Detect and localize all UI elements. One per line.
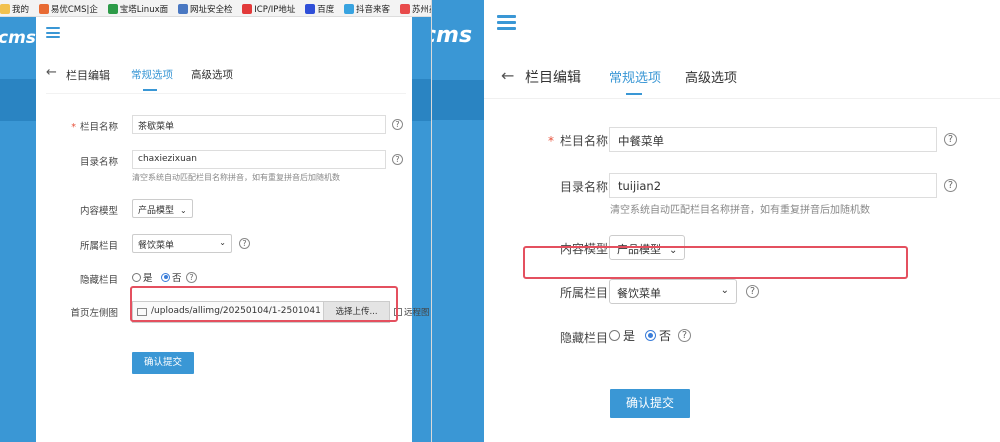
left-screenshot: 我的 易优CMS|企 宝塔Linux面 网址安全检 ICP/IP地址 百度 抖音… [0,0,432,442]
field-label: 目录名称 [559,180,608,194]
help-icon[interactable]: ? [392,119,403,130]
help-icon[interactable]: ? [944,133,957,146]
annotation-highlight-box [523,246,908,279]
bookmarks-bar: 我的 易优CMS|企 宝塔Linux面 网址安全检 ICP/IP地址 百度 抖音… [0,0,432,17]
radio-button[interactable] [609,330,620,341]
douyin-icon [344,3,355,14]
dir-input[interactable]: tuijian2 [609,173,937,198]
help-icon[interactable]: ? [746,285,759,298]
parent-select[interactable]: 餐饮菜单 ⌄ [609,279,737,304]
eyou-icon [38,3,49,14]
help-icon[interactable]: ? [678,329,691,342]
form-row-hidden: 隐藏栏目 是 否 ? [484,324,1000,350]
help-icon[interactable]: ? [239,238,250,249]
field-label: 所属栏目 [79,241,118,252]
form-row-parent: 所属栏目 餐饮菜单 ⌄ ? [46,234,406,256]
bookmark-item[interactable]: ICP/IP地址 [242,0,295,16]
chevron-down-icon: ⌄ [720,285,729,296]
menu-toggle-icon[interactable] [46,27,60,38]
bookmark-item[interactable]: 宝塔Linux面 [107,0,168,16]
form-row-name: * 栏目名称 茶歇菜单 ? [46,115,406,137]
radio-button[interactable] [132,272,141,282]
sidebar-active-band [412,79,432,121]
main-panel: ← 栏目编辑 常规选项 高级选项 * 栏目名称 茶歇菜单 ? 目录名称 chaxi… [36,17,430,442]
page-title: 栏目编辑 [525,70,581,86]
required-star: * [71,122,76,133]
model-select[interactable]: 产品模型 ⌄ [132,199,193,218]
baidu-icon [305,3,316,14]
sidebar-active-band[interactable] [432,80,484,120]
chevron-down-icon: ⌄ [219,238,226,247]
site-icon [399,3,410,14]
name-input[interactable]: 茶歇菜单 [132,115,386,134]
radio-button[interactable] [645,330,656,341]
name-input[interactable]: 中餐菜单 [609,127,937,152]
main-panel: ← 栏目编辑 常规选项 高级选项 * 栏目名称 中餐菜单 ? 目录名称 tuiji… [484,0,1000,442]
form-row-parent: 所属栏目 餐饮菜单 ⌄ ? [484,279,1000,305]
radio-yes[interactable]: 是 [609,327,635,344]
field-label: 内容模型 [79,206,118,217]
field-label: * 栏目名称 [71,122,118,133]
field-label: 首页左侧图 [70,308,118,319]
dir-hint: 清空系统自动匹配栏目名称拼音，如有重复拼音后加随机数 [132,173,340,182]
submit-button[interactable]: 确认提交 [132,352,194,374]
parent-select[interactable]: 餐饮菜单 ⌄ [132,234,232,253]
radio-button[interactable] [161,272,170,282]
sidebar [0,17,36,442]
bookmark-item[interactable]: 百度 [305,0,334,16]
page-title: 栏目编辑 [66,69,110,82]
tab-general[interactable]: 常规选项 [609,67,661,95]
form-row-name: * 栏目名称 中餐菜单 ? [484,127,1000,153]
annotation-highlight-box [130,286,398,322]
tab-advanced[interactable]: 高级选项 [685,67,737,86]
help-icon[interactable]: ? [944,179,957,192]
back-arrow-icon[interactable]: ← [501,66,514,85]
bookmark-item[interactable]: 网址安全检 [177,0,232,16]
sidebar-active-band[interactable] [0,79,36,121]
radio-yes[interactable]: 是 [132,270,153,284]
tab-advanced[interactable]: 高级选项 [191,67,233,82]
form-row-dir: 目录名称 tuijian2 ? 清空系统自动匹配栏目名称拼音，如有重复拼音后加随… [484,173,1000,216]
menu-toggle-icon[interactable] [497,15,516,30]
field-label: 所属栏目 [559,286,608,300]
dir-hint: 清空系统自动匹配栏目名称拼音，如有重复拼音后加随机数 [610,205,870,216]
bookmark-item[interactable]: 苏州鑫荣峰 [399,0,432,16]
bookmark-item[interactable]: 易优CMS|企 [38,0,98,16]
icp-icon [242,3,253,14]
tab-general[interactable]: 常规选项 [131,67,173,91]
dir-input[interactable]: chaxiezixuan [132,150,386,169]
sidebar [432,0,484,442]
help-icon[interactable]: ? [186,272,197,283]
remote-image-checkbox[interactable]: 远程图 [394,306,430,318]
bookmark-item[interactable]: 我的 [0,0,29,16]
shield-icon [177,3,188,14]
logo: cms [0,28,36,48]
field-label: 隐藏栏目 [79,275,118,286]
help-icon[interactable]: ? [392,154,403,165]
logo: cms [432,23,473,48]
bt-icon [107,3,118,14]
required-star: * [547,134,554,148]
form-row-model: 内容模型 产品模型 ⌄ [46,199,406,221]
form-row-dir: 目录名称 chaxiezixuan ? 清空系统自动匹配栏目名称拼音，如有重复拼… [46,150,406,182]
sidebar-right-strip [412,17,432,442]
submit-button[interactable]: 确认提交 [610,389,690,418]
bookmark-item[interactable]: 抖音来客 [344,0,390,16]
field-label: 目录名称 [79,157,118,168]
radio-no[interactable]: 否 [645,327,671,344]
back-arrow-icon[interactable]: ← [46,65,57,80]
form-area: * 栏目名称 茶歇菜单 ? 目录名称 chaxiezixuan ? 清空系统自动匹… [46,93,430,438]
radio-no[interactable]: 否 [161,270,182,284]
folder-icon [0,3,10,14]
chevron-down-icon: ⌄ [180,206,187,215]
right-screenshot: cms ← 栏目编辑 常规选项 高级选项 *栏目名称 中餐菜单 ? 目录名称 t… [432,0,1000,442]
field-label: * 栏目名称 [547,134,608,148]
field-label: 隐藏栏目 [559,331,608,345]
